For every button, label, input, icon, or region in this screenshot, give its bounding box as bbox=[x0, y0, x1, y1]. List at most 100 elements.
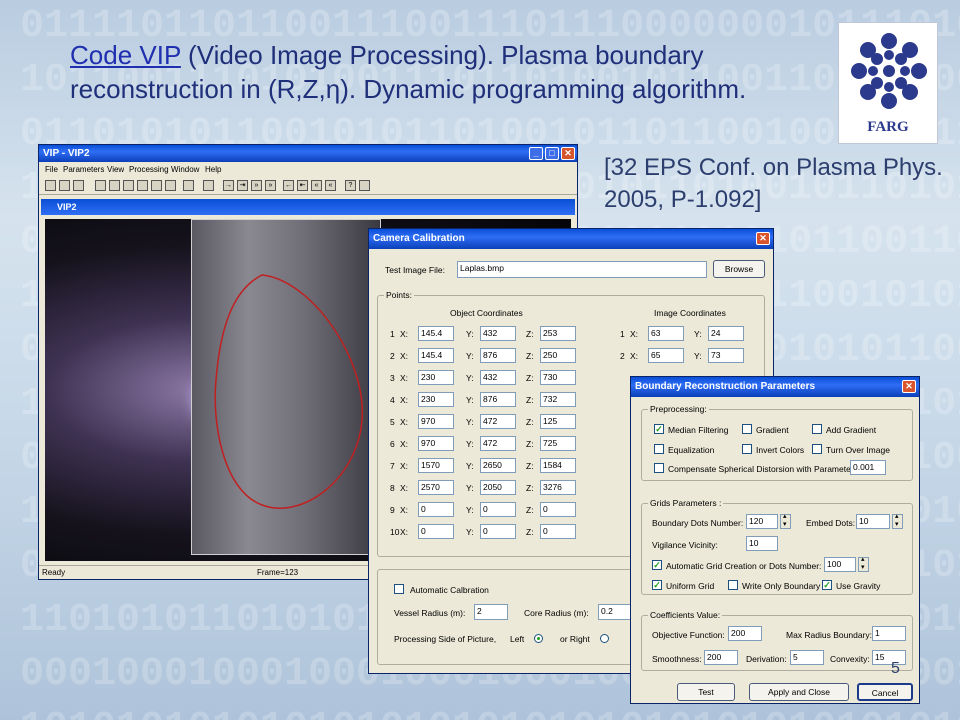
object-y-input[interactable]: 0 bbox=[480, 502, 516, 517]
filter-icon[interactable] bbox=[137, 180, 148, 191]
menu-window[interactable]: Window bbox=[171, 165, 199, 174]
menu-parameters[interactable]: Parameters bbox=[63, 165, 104, 174]
menu-view[interactable]: View bbox=[107, 165, 124, 174]
brp-close-button[interactable]: ✕ bbox=[902, 380, 916, 393]
add-gradient-checkbox[interactable] bbox=[812, 424, 822, 434]
auto-calibration-checkbox[interactable] bbox=[394, 584, 404, 594]
grid-icon[interactable] bbox=[95, 180, 106, 191]
auto-grid-spinner[interactable] bbox=[858, 555, 869, 572]
median-filtering-checkbox[interactable]: ✓ bbox=[654, 424, 664, 434]
write-only-checkbox[interactable] bbox=[728, 580, 738, 590]
object-z-input[interactable]: 3276 bbox=[540, 480, 576, 495]
object-x-input[interactable]: 230 bbox=[418, 392, 454, 407]
object-y-input[interactable]: 2050 bbox=[480, 480, 516, 495]
objective-input[interactable]: 200 bbox=[728, 626, 762, 641]
object-y-input[interactable]: 2650 bbox=[480, 458, 516, 473]
menu-file[interactable]: File bbox=[45, 165, 58, 174]
back-10-icon[interactable]: « bbox=[311, 180, 322, 191]
flag-icon[interactable] bbox=[151, 180, 162, 191]
auto-grid-input[interactable]: 100 bbox=[824, 557, 856, 572]
object-x-input[interactable]: 230 bbox=[418, 370, 454, 385]
object-y-input[interactable]: 876 bbox=[480, 348, 516, 363]
object-y-input[interactable]: 432 bbox=[480, 326, 516, 341]
arrow-right-icon[interactable]: → bbox=[223, 180, 234, 191]
embed-dots-spinner[interactable] bbox=[892, 512, 903, 529]
camera-icon[interactable] bbox=[109, 180, 120, 191]
chart-icon[interactable] bbox=[165, 180, 176, 191]
object-z-input[interactable]: 125 bbox=[540, 414, 576, 429]
object-x-input[interactable]: 0 bbox=[418, 524, 454, 539]
maximize-button[interactable]: □ bbox=[545, 147, 559, 160]
object-x-input[interactable]: 970 bbox=[418, 436, 454, 451]
test-button[interactable]: Test bbox=[677, 683, 735, 701]
boundary-dots-spinner[interactable] bbox=[780, 512, 791, 529]
video-icon[interactable] bbox=[123, 180, 134, 191]
image-x-input[interactable]: 63 bbox=[648, 326, 684, 341]
image-x-input[interactable]: 65 bbox=[648, 348, 684, 363]
arrow-left-icon[interactable]: ← bbox=[283, 180, 294, 191]
back-100-icon[interactable]: « bbox=[325, 180, 336, 191]
object-y-input[interactable]: 472 bbox=[480, 414, 516, 429]
gradient-checkbox[interactable] bbox=[742, 424, 752, 434]
core-radius-input[interactable]: 0.2 bbox=[598, 604, 632, 620]
new-file-icon[interactable] bbox=[45, 180, 56, 191]
object-y-input[interactable]: 0 bbox=[480, 524, 516, 539]
object-x-input[interactable]: 145.4 bbox=[418, 348, 454, 363]
print-icon[interactable] bbox=[359, 180, 370, 191]
object-x-input[interactable]: 145.4 bbox=[418, 326, 454, 341]
boundary-dots-input[interactable]: 120 bbox=[746, 514, 778, 529]
code-vip-link[interactable]: Code VIP bbox=[70, 40, 181, 70]
turn-over-checkbox[interactable] bbox=[812, 444, 822, 454]
embed-dots-input[interactable]: 10 bbox=[856, 514, 890, 529]
minimize-button[interactable]: _ bbox=[529, 147, 543, 160]
cancel-button[interactable]: Cancel bbox=[857, 683, 913, 701]
derivation-input[interactable]: 5 bbox=[790, 650, 824, 665]
object-y-input[interactable]: 876 bbox=[480, 392, 516, 407]
auto-grid-checkbox[interactable]: ✓ bbox=[652, 560, 662, 570]
stop-icon[interactable] bbox=[203, 180, 214, 191]
smoothness-input[interactable]: 200 bbox=[704, 650, 738, 665]
object-x-input[interactable]: 1570 bbox=[418, 458, 454, 473]
object-x-input[interactable]: 2570 bbox=[418, 480, 454, 495]
browse-button[interactable]: Browse bbox=[713, 260, 765, 278]
convexity-input[interactable]: 15 bbox=[872, 650, 906, 665]
side-left-radio[interactable] bbox=[534, 634, 543, 643]
open-folder-icon[interactable] bbox=[59, 180, 70, 191]
object-z-input[interactable]: 732 bbox=[540, 392, 576, 407]
forward-100-icon[interactable]: » bbox=[265, 180, 276, 191]
compensate-checkbox[interactable] bbox=[654, 463, 664, 473]
camera-close-button[interactable]: ✕ bbox=[756, 232, 770, 245]
object-z-input[interactable]: 0 bbox=[540, 524, 576, 539]
use-gravity-checkbox[interactable]: ✓ bbox=[822, 580, 832, 590]
object-x-input[interactable]: 970 bbox=[418, 414, 454, 429]
object-z-input[interactable]: 730 bbox=[540, 370, 576, 385]
apply-close-button[interactable]: Apply and Close bbox=[749, 683, 849, 701]
object-z-input[interactable]: 725 bbox=[540, 436, 576, 451]
forward-10-icon[interactable]: » bbox=[251, 180, 262, 191]
object-y-input[interactable]: 432 bbox=[480, 370, 516, 385]
object-z-input[interactable]: 253 bbox=[540, 326, 576, 341]
save-icon[interactable] bbox=[73, 180, 84, 191]
refresh-icon[interactable] bbox=[183, 180, 194, 191]
prev-frame-icon[interactable]: ⇤ bbox=[297, 180, 308, 191]
test-image-input[interactable]: Laplas.bmp bbox=[457, 261, 707, 278]
next-frame-icon[interactable]: ⇥ bbox=[237, 180, 248, 191]
image-y-input[interactable]: 24 bbox=[708, 326, 744, 341]
image-y-input[interactable]: 73 bbox=[708, 348, 744, 363]
object-z-input[interactable]: 250 bbox=[540, 348, 576, 363]
object-z-input[interactable]: 1584 bbox=[540, 458, 576, 473]
side-right-radio[interactable] bbox=[600, 634, 609, 643]
invert-colors-checkbox[interactable] bbox=[742, 444, 752, 454]
compensate-input[interactable]: 0.001 bbox=[850, 460, 886, 475]
menu-help[interactable]: Help bbox=[205, 165, 221, 174]
object-x-input[interactable]: 0 bbox=[418, 502, 454, 517]
help-icon[interactable]: ? bbox=[345, 180, 356, 191]
vigilance-input[interactable]: 10 bbox=[746, 536, 778, 551]
menu-processing[interactable]: Processing bbox=[129, 165, 169, 174]
uniform-grid-checkbox[interactable]: ✓ bbox=[652, 580, 662, 590]
object-z-input[interactable]: 0 bbox=[540, 502, 576, 517]
equalization-checkbox[interactable] bbox=[654, 444, 664, 454]
vessel-radius-input[interactable]: 2 bbox=[474, 604, 508, 620]
max-radius-input[interactable]: 1 bbox=[872, 626, 906, 641]
close-button[interactable]: ✕ bbox=[561, 147, 575, 160]
